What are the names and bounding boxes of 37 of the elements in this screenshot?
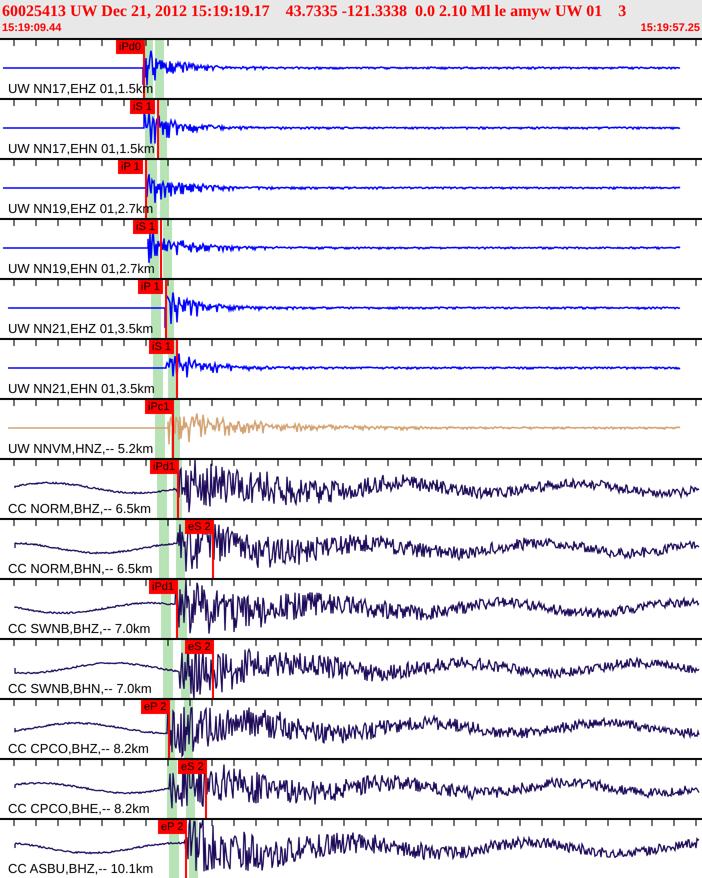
- trace-label: UW NN21,EHN 01,3.5km: [8, 382, 155, 396]
- pick-line: [160, 220, 162, 278]
- trace-label: CC SWNB,BHN,-- 7.0km: [8, 682, 152, 696]
- pick-line: [165, 280, 167, 338]
- trace-label: CC ASBU,BHZ,-- 10.1km: [8, 862, 154, 876]
- trace-label: UW NN17,EHN 01,1.5km: [8, 142, 155, 156]
- pick-label[interactable]: iS 1: [149, 340, 174, 354]
- pick-label[interactable]: eP 2: [141, 700, 170, 714]
- end-time: 15:19:57.25: [640, 21, 700, 35]
- pick-line: [172, 400, 174, 458]
- pick-label[interactable]: iPc1: [145, 400, 172, 414]
- pick-label[interactable]: iPd0: [116, 40, 144, 54]
- start-time: 15:19:09.44: [2, 21, 62, 35]
- pick-line: [145, 160, 147, 218]
- pick-label[interactable]: iP 1: [138, 280, 163, 294]
- event-title: 60025413 UW Dec 21, 2012 15:19:19.17 43.7335 -121.3338 0.0 2.10 Ml le amyw UW 01 3: [2, 2, 628, 21]
- pick-label[interactable]: iP 1: [118, 160, 143, 174]
- trace-label: CC CPCO,BHZ,-- 8.2km: [8, 742, 149, 756]
- trace-label: CC SWNB,BHZ,-- 7.0km: [8, 622, 150, 636]
- pick-label[interactable]: eS 2: [185, 640, 214, 654]
- trace-label: CC NORM,BHZ,-- 6.5km: [8, 502, 151, 516]
- pick-line: [157, 100, 159, 158]
- pick-label[interactable]: iPd1: [149, 580, 178, 594]
- window-band: [163, 640, 173, 698]
- window-band: [159, 520, 169, 578]
- trace-label: UW NNVM,HNZ,-- 5.2km: [8, 442, 154, 456]
- pick-label[interactable]: eS 2: [185, 520, 214, 534]
- pick-label[interactable]: eP 2: [158, 820, 186, 834]
- pick-label[interactable]: iS 1: [133, 220, 158, 234]
- trace-label: UW NN21,EHZ 01,3.5km: [8, 322, 154, 336]
- pick-label[interactable]: iPd1: [150, 460, 178, 474]
- trace-label: CC NORM,BHN,-- 6.5km: [8, 562, 152, 576]
- pick-line: [176, 340, 178, 398]
- trace-label: CC CPCO,BHE,-- 8.2km: [8, 802, 150, 816]
- pick-label[interactable]: eS 2: [178, 760, 207, 774]
- pick-label[interactable]: iS 1: [130, 100, 155, 114]
- trace-label: UW NN19,EHN 01,2.7km: [8, 262, 155, 276]
